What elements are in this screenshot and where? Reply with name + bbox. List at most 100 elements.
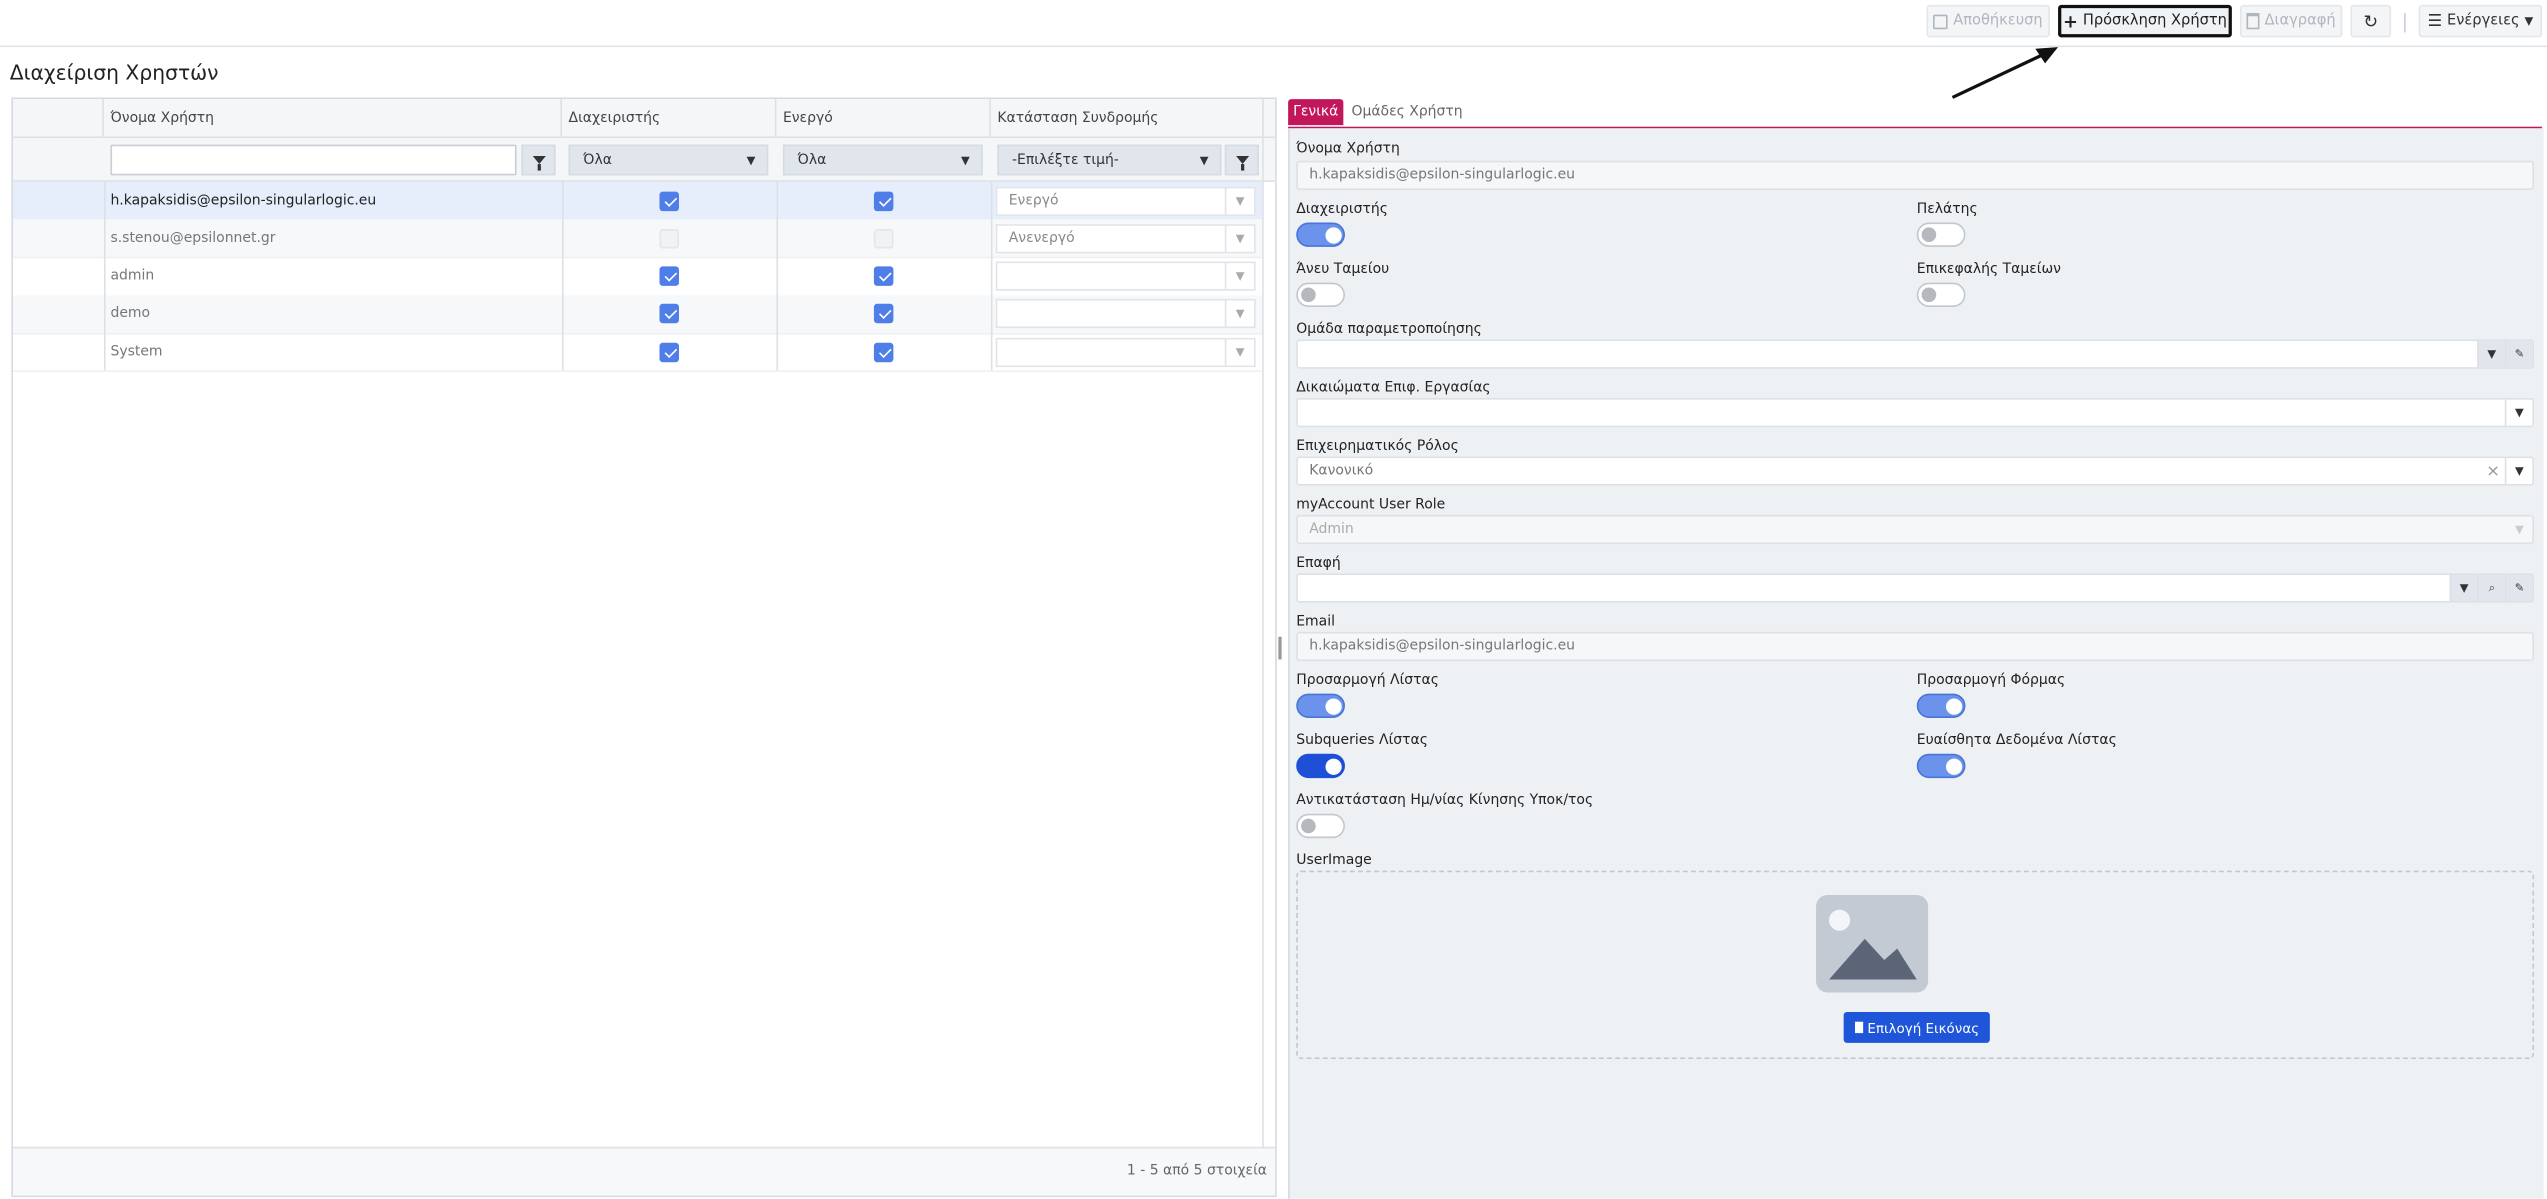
table-row[interactable]: demo ▼ [12, 295, 1263, 335]
subqueries-label: Subqueries Λίστας [1296, 732, 1428, 749]
head-cashbox-toggle[interactable] [1916, 282, 1966, 308]
edit-icon[interactable]: ✎ [2504, 575, 2533, 602]
form-custom-toggle[interactable] [1916, 693, 1966, 718]
table-row[interactable]: h.kapaksidis@epsilon-singularlogic.eu Εν… [12, 181, 1263, 222]
scrollbar-track[interactable] [1262, 99, 1264, 1149]
column-header-admin[interactable]: Διαχειριστής [562, 99, 777, 139]
top-toolbar: Αποθήκευση + Πρόσκληση Χρήστη Διαγραφή ↻… [0, 0, 2547, 48]
admin-filter-dropdown[interactable]: Όλα ▼ [568, 144, 769, 176]
cell-active-checkbox[interactable] [873, 228, 894, 249]
pick-image-button[interactable]: Επιλογή Εικόνας [1843, 1011, 1990, 1043]
refresh-button[interactable]: ↻ [2350, 4, 2392, 38]
chevron-down-icon[interactable]: ▼ [2504, 399, 2533, 426]
invite-user-label: Πρόσκληση Χρήστη [2082, 12, 2227, 30]
pick-image-label: Επιλογή Εικόνας [1867, 1019, 1980, 1036]
admin-filter-value: Όλα [583, 151, 612, 169]
plus-icon: + [2062, 10, 2078, 32]
annotation-arrow [1951, 47, 2059, 99]
active-filter-dropdown[interactable]: Όλα ▼ [782, 144, 983, 176]
subqueries-toggle[interactable] [1296, 753, 1345, 779]
cell-admin-checkbox[interactable] [659, 228, 679, 249]
tab-user-groups[interactable]: Ομάδες Χρήστη [1351, 99, 1462, 125]
cell-subscription-select[interactable]: Ενεργό ▼ [995, 185, 1256, 216]
row-select-header [12, 99, 104, 139]
username-filter-button[interactable] [521, 144, 556, 176]
column-divider [776, 181, 779, 371]
save-icon [1933, 13, 1949, 29]
tab-general[interactable]: Γενικά [1288, 99, 1344, 126]
save-button[interactable]: Αποθήκευση [1926, 4, 2050, 38]
save-label: Αποθήκευση [1953, 12, 2043, 30]
chevron-down-icon: ▼ [1224, 301, 1254, 328]
cell-admin-checkbox[interactable] [659, 342, 679, 362]
username-field[interactable]: h.kapaksidis@epsilon-singularlogic.eu [1296, 160, 2535, 191]
chevron-down-icon: ▼ [960, 153, 970, 167]
customer-toggle[interactable] [1916, 222, 1966, 247]
sensitive-data-toggle[interactable] [1916, 753, 1966, 779]
cell-active-checkbox[interactable] [873, 342, 894, 362]
cell-admin-checkbox[interactable] [659, 304, 679, 324]
username-filter-input[interactable] [110, 144, 517, 176]
subscription-filter-value: -Επιλέξτε τιμή- [1011, 151, 1119, 169]
users-grid: Όνομα Χρήστη Διαχειριστής Ενεργό Κατάστα… [11, 97, 1277, 1198]
invite-user-button[interactable]: + Πρόσκληση Χρήστη [2058, 4, 2232, 38]
chevron-down-icon: ▼ [746, 153, 756, 167]
menu-icon: ☰ [2427, 12, 2443, 31]
table-row[interactable]: System ▼ [12, 333, 1263, 373]
admin-toggle[interactable] [1296, 222, 1345, 247]
image-dropzone[interactable]: Επιλογή Εικόνας [1296, 870, 2535, 1060]
cell-subscription-select[interactable]: ▼ [995, 337, 1256, 367]
detail-tabs: Γενικά Ομάδες Χρήστη [1288, 99, 2543, 129]
column-header-subscription[interactable]: Κατάσταση Συνδρομής [990, 99, 1264, 139]
table-row[interactable]: s.stenou@epsilonnet.gr Ανενεργό ▼ [12, 219, 1263, 260]
chevron-down-icon[interactable]: ▼ [2504, 458, 2533, 485]
cell-username: demo [110, 306, 151, 323]
no-cashbox-label: Άνευ Ταμείου [1296, 261, 1390, 278]
chevron-down-icon: ▼ [1224, 263, 1254, 290]
cell-active-checkbox[interactable] [873, 266, 894, 287]
list-custom-toggle[interactable] [1296, 693, 1345, 718]
chevron-down-icon[interactable]: ▼ [2449, 575, 2478, 602]
username-label: Όνομα Χρήστη [1296, 141, 1400, 158]
replace-date-toggle[interactable] [1296, 813, 1345, 839]
cell-username: System [110, 343, 163, 361]
edit-icon[interactable]: ✎ [2504, 341, 2533, 368]
contact-select[interactable]: ▼ ⌕ ✎ [1296, 573, 2535, 603]
param-group-select[interactable]: ▼ ✎ [1296, 339, 2535, 369]
list-custom-label: Προσαρμογή Λίστας [1296, 672, 1439, 689]
chevron-down-icon: ▼ [1224, 225, 1254, 252]
column-header-username[interactable]: Όνομα Χρήστη [103, 99, 563, 139]
cell-admin-checkbox[interactable] [659, 190, 679, 211]
customer-label: Πελάτης [1916, 201, 1978, 218]
cell-subscription-select[interactable]: ▼ [995, 261, 1256, 291]
subscription-filter-button[interactable] [1224, 144, 1259, 176]
task-rights-label: Δικαιώματα Επιφ. Εργασίας [1296, 380, 1491, 397]
cell-username: h.kapaksidis@epsilon-singularlogic.eu [110, 192, 377, 209]
no-cashbox-toggle[interactable] [1296, 282, 1345, 308]
user-detail-panel: Όνομα Χρήστη h.kapaksidis@epsilon-singul… [1288, 128, 2544, 1199]
search-icon[interactable]: ⌕ [2477, 575, 2505, 602]
delete-button[interactable]: Διαγραφή [2239, 4, 2343, 38]
email-field[interactable]: h.kapaksidis@epsilon-singularlogic.eu [1296, 631, 2535, 662]
filter-icon [1235, 155, 1249, 171]
business-role-select[interactable]: Κανονικό × ▼ [1296, 456, 2535, 486]
clear-icon[interactable]: × [2486, 462, 2500, 480]
actions-menu-button[interactable]: ☰ Ενέργειες ▼ [2418, 4, 2543, 38]
cell-active-checkbox[interactable] [873, 190, 894, 211]
cell-admin-checkbox[interactable] [659, 266, 679, 287]
panel-splitter[interactable] [1278, 636, 1282, 660]
head-cashbox-label: Επικεφαλής Ταμείων [1916, 261, 2061, 278]
grid-footer: 1 - 5 από 5 στοιχεία [12, 1146, 1276, 1196]
myaccount-role-select: Admin ▼ [1296, 514, 2535, 545]
table-row[interactable]: admin ▼ [12, 258, 1263, 297]
email-label: Email [1296, 614, 1335, 631]
subscription-filter-dropdown[interactable]: -Επιλέξτε τιμή- ▼ [997, 144, 1222, 176]
chevron-down-icon: ▼ [1224, 187, 1254, 214]
cell-subscription-select[interactable]: Ανενεργό ▼ [995, 223, 1256, 254]
task-rights-select[interactable]: ▼ [1296, 397, 2535, 428]
column-header-active[interactable]: Ενεργό [776, 99, 991, 139]
cell-subscription-value: Ανενεργό [1008, 230, 1075, 247]
cell-subscription-select[interactable]: ▼ [995, 299, 1256, 329]
chevron-down-icon[interactable]: ▼ [2477, 341, 2505, 368]
cell-active-checkbox[interactable] [873, 304, 894, 324]
